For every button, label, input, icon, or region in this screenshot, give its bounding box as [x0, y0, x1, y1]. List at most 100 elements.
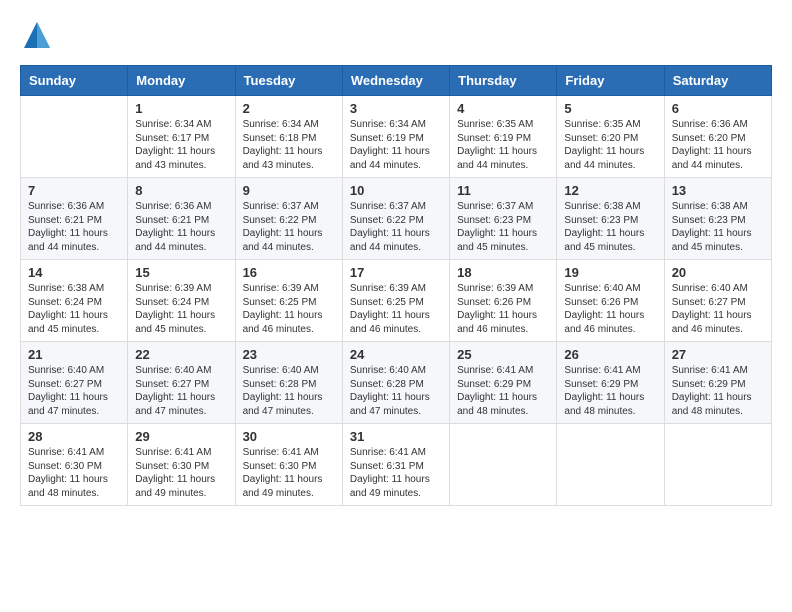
- day-number: 22: [135, 347, 227, 362]
- cell-content: Sunrise: 6:40 AM Sunset: 6:26 PM Dayligh…: [564, 282, 656, 336]
- cell-content: Sunrise: 6:41 AM Sunset: 6:30 PM Dayligh…: [243, 446, 335, 500]
- calendar-cell: 8 Sunrise: 6:36 AM Sunset: 6:21 PM Daylig…: [128, 178, 235, 260]
- calendar-day-header: Wednesday: [342, 66, 449, 96]
- calendar-cell: 1Sunrise: 6:34 AM Sunset: 6:17 PM Daylig…: [128, 96, 235, 178]
- calendar-cell: 23 Sunrise: 6:40 AM Sunset: 6:28 PM Dayli…: [235, 342, 342, 424]
- cell-content: Sunrise: 6:39 AM Sunset: 6:25 PM Dayligh…: [243, 282, 335, 336]
- logo-icon: [22, 20, 52, 50]
- day-number: 30: [243, 429, 335, 444]
- calendar-table: SundayMondayTuesdayWednesdayThursdayFrid…: [20, 65, 772, 506]
- calendar-cell: 17 Sunrise: 6:39 AM Sunset: 6:25 PM Dayli…: [342, 260, 449, 342]
- day-number: 2: [243, 101, 335, 116]
- cell-content: Sunrise: 6:39 AM Sunset: 6:24 PM Dayligh…: [135, 282, 227, 336]
- calendar-cell: 13Sunrise: 6:38 AM Sunset: 6:23 PM Dayli…: [664, 178, 771, 260]
- day-number: 16: [243, 265, 335, 280]
- day-number: 31: [350, 429, 442, 444]
- calendar-cell: 11Sunrise: 6:37 AM Sunset: 6:23 PM Dayli…: [450, 178, 557, 260]
- logo-text: [20, 20, 52, 55]
- day-number: 15: [135, 265, 227, 280]
- calendar-cell: 28 Sunrise: 6:41 AM Sunset: 6:30 PM Dayli…: [21, 424, 128, 506]
- calendar-cell: 9 Sunrise: 6:37 AM Sunset: 6:22 PM Daylig…: [235, 178, 342, 260]
- calendar-week-row: 28 Sunrise: 6:41 AM Sunset: 6:30 PM Dayli…: [21, 424, 772, 506]
- cell-content: Sunrise: 6:41 AM Sunset: 6:30 PM Dayligh…: [28, 446, 120, 500]
- day-number: 12: [564, 183, 656, 198]
- day-number: 14: [28, 265, 120, 280]
- calendar-cell: 3Sunrise: 6:34 AM Sunset: 6:19 PM Daylig…: [342, 96, 449, 178]
- cell-content: Sunrise: 6:40 AM Sunset: 6:27 PM Dayligh…: [28, 364, 120, 418]
- calendar-day-header: Thursday: [450, 66, 557, 96]
- calendar-cell: 20Sunrise: 6:40 AM Sunset: 6:27 PM Dayli…: [664, 260, 771, 342]
- calendar-day-header: Monday: [128, 66, 235, 96]
- calendar-cell: [557, 424, 664, 506]
- calendar-cell: 15 Sunrise: 6:39 AM Sunset: 6:24 PM Dayli…: [128, 260, 235, 342]
- day-number: 28: [28, 429, 120, 444]
- day-number: 23: [243, 347, 335, 362]
- cell-content: Sunrise: 6:41 AM Sunset: 6:29 PM Dayligh…: [672, 364, 764, 418]
- calendar-cell: 14 Sunrise: 6:38 AM Sunset: 6:24 PM Dayli…: [21, 260, 128, 342]
- day-number: 26: [564, 347, 656, 362]
- calendar-day-header: Tuesday: [235, 66, 342, 96]
- day-number: 27: [672, 347, 764, 362]
- day-number: 1: [135, 101, 227, 116]
- cell-content: Sunrise: 6:38 AM Sunset: 6:23 PM Dayligh…: [564, 200, 656, 254]
- calendar-cell: 18 Sunrise: 6:39 AM Sunset: 6:26 PM Dayli…: [450, 260, 557, 342]
- cell-content: Sunrise: 6:36 AM Sunset: 6:21 PM Dayligh…: [135, 200, 227, 254]
- calendar-cell: 5Sunrise: 6:35 AM Sunset: 6:20 PM Daylig…: [557, 96, 664, 178]
- cell-content: Sunrise: 6:41 AM Sunset: 6:31 PM Dayligh…: [350, 446, 442, 500]
- day-number: 29: [135, 429, 227, 444]
- calendar-cell: 10 Sunrise: 6:37 AM Sunset: 6:22 PM Dayli…: [342, 178, 449, 260]
- calendar-day-header: Friday: [557, 66, 664, 96]
- calendar-cell: 7 Sunrise: 6:36 AM Sunset: 6:21 PM Daylig…: [21, 178, 128, 260]
- cell-content: Sunrise: 6:39 AM Sunset: 6:26 PM Dayligh…: [457, 282, 549, 336]
- calendar-cell: [450, 424, 557, 506]
- day-number: 17: [350, 265, 442, 280]
- day-number: 21: [28, 347, 120, 362]
- cell-content: Sunrise: 6:41 AM Sunset: 6:29 PM Dayligh…: [457, 364, 549, 418]
- calendar-cell: [664, 424, 771, 506]
- calendar-header-row: SundayMondayTuesdayWednesdayThursdayFrid…: [21, 66, 772, 96]
- day-number: 25: [457, 347, 549, 362]
- calendar-cell: 27 Sunrise: 6:41 AM Sunset: 6:29 PM Dayli…: [664, 342, 771, 424]
- calendar-cell: 25 Sunrise: 6:41 AM Sunset: 6:29 PM Dayli…: [450, 342, 557, 424]
- calendar-day-header: Saturday: [664, 66, 771, 96]
- calendar-cell: 30 Sunrise: 6:41 AM Sunset: 6:30 PM Dayli…: [235, 424, 342, 506]
- cell-content: Sunrise: 6:37 AM Sunset: 6:22 PM Dayligh…: [350, 200, 442, 254]
- cell-content: Sunrise: 6:35 AM Sunset: 6:20 PM Dayligh…: [564, 118, 656, 172]
- day-number: 13: [672, 183, 764, 198]
- logo: [20, 20, 52, 55]
- cell-content: Sunrise: 6:37 AM Sunset: 6:22 PM Dayligh…: [243, 200, 335, 254]
- day-number: 19: [564, 265, 656, 280]
- calendar-cell: [21, 96, 128, 178]
- cell-content: Sunrise: 6:38 AM Sunset: 6:24 PM Dayligh…: [28, 282, 120, 336]
- day-number: 11: [457, 183, 549, 198]
- day-number: 24: [350, 347, 442, 362]
- day-number: 20: [672, 265, 764, 280]
- calendar-cell: 21 Sunrise: 6:40 AM Sunset: 6:27 PM Dayli…: [21, 342, 128, 424]
- cell-content: Sunrise: 6:40 AM Sunset: 6:28 PM Dayligh…: [350, 364, 442, 418]
- calendar-cell: 4Sunrise: 6:35 AM Sunset: 6:19 PM Daylig…: [450, 96, 557, 178]
- page-header: [20, 20, 772, 55]
- calendar-week-row: 21 Sunrise: 6:40 AM Sunset: 6:27 PM Dayli…: [21, 342, 772, 424]
- calendar-week-row: 1Sunrise: 6:34 AM Sunset: 6:17 PM Daylig…: [21, 96, 772, 178]
- day-number: 7: [28, 183, 120, 198]
- calendar-cell: 26 Sunrise: 6:41 AM Sunset: 6:29 PM Dayli…: [557, 342, 664, 424]
- day-number: 18: [457, 265, 549, 280]
- calendar-day-header: Sunday: [21, 66, 128, 96]
- cell-content: Sunrise: 6:39 AM Sunset: 6:25 PM Dayligh…: [350, 282, 442, 336]
- day-number: 9: [243, 183, 335, 198]
- calendar-cell: 22 Sunrise: 6:40 AM Sunset: 6:27 PM Dayli…: [128, 342, 235, 424]
- calendar-week-row: 14 Sunrise: 6:38 AM Sunset: 6:24 PM Dayli…: [21, 260, 772, 342]
- day-number: 6: [672, 101, 764, 116]
- day-number: 8: [135, 183, 227, 198]
- calendar-cell: 16 Sunrise: 6:39 AM Sunset: 6:25 PM Dayli…: [235, 260, 342, 342]
- cell-content: Sunrise: 6:36 AM Sunset: 6:21 PM Dayligh…: [28, 200, 120, 254]
- cell-content: Sunrise: 6:41 AM Sunset: 6:30 PM Dayligh…: [135, 446, 227, 500]
- day-number: 3: [350, 101, 442, 116]
- cell-content: Sunrise: 6:34 AM Sunset: 6:18 PM Dayligh…: [243, 118, 335, 172]
- calendar-cell: 29 Sunrise: 6:41 AM Sunset: 6:30 PM Dayli…: [128, 424, 235, 506]
- cell-content: Sunrise: 6:40 AM Sunset: 6:27 PM Dayligh…: [135, 364, 227, 418]
- cell-content: Sunrise: 6:41 AM Sunset: 6:29 PM Dayligh…: [564, 364, 656, 418]
- day-number: 10: [350, 183, 442, 198]
- calendar-cell: 19 Sunrise: 6:40 AM Sunset: 6:26 PM Dayli…: [557, 260, 664, 342]
- cell-content: Sunrise: 6:40 AM Sunset: 6:28 PM Dayligh…: [243, 364, 335, 418]
